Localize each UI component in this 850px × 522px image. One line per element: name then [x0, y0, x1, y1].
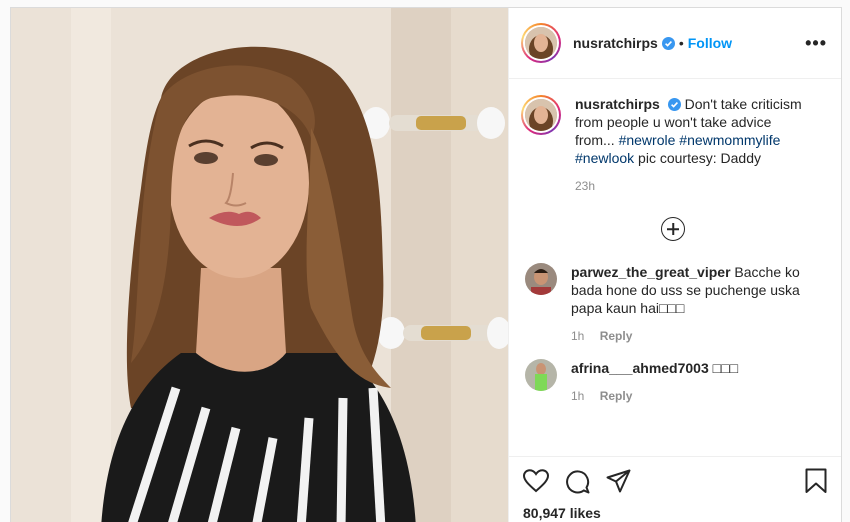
follow-button[interactable]: Follow — [688, 35, 732, 51]
plus-circle-icon[interactable] — [661, 217, 685, 241]
portrait-image — [11, 8, 508, 522]
story-ring[interactable] — [521, 23, 561, 63]
comment-body: □□□ — [712, 360, 739, 376]
caption-username[interactable]: nusratchirps — [575, 96, 660, 112]
comment-item: afrina___ahmed7003 □□□ 1h Reply — [521, 359, 825, 403]
post-header: nusratchirps • Follow ••• — [509, 8, 841, 79]
caption-time[interactable]: 23h — [575, 179, 595, 193]
hashtag-link[interactable]: #newlook — [575, 150, 634, 166]
more-options-button[interactable]: ••• — [805, 34, 827, 52]
comment-username[interactable]: afrina___ahmed7003 — [571, 360, 709, 376]
comment-text: parwez_the_great_viper Bacche ko bada ho… — [571, 263, 803, 317]
reply-button[interactable]: Reply — [600, 389, 633, 403]
post-photo[interactable] — [11, 8, 508, 522]
share-icon[interactable] — [606, 469, 631, 494]
reply-button[interactable]: Reply — [600, 329, 633, 343]
comment-meta: 1h Reply — [571, 329, 803, 343]
action-bar: 80,947 likes — [509, 456, 841, 522]
header-username[interactable]: nusratchirps — [573, 35, 658, 51]
comment-meta: 1h Reply — [571, 389, 803, 403]
comments-list: nusratchirps Don't take criticism from p… — [509, 79, 841, 456]
bookmark-icon[interactable] — [805, 468, 827, 494]
heart-icon[interactable] — [523, 469, 549, 493]
likes-count[interactable]: 80,947 likes — [523, 505, 827, 521]
action-icons — [523, 465, 827, 497]
comment-time[interactable]: 1h — [571, 329, 584, 343]
verified-icon — [661, 36, 675, 50]
post-card: nusratchirps • Follow ••• nusratchirps D… — [10, 7, 842, 522]
load-more-comments — [521, 217, 825, 243]
caption-avatar — [525, 99, 557, 131]
caption-meta: 23h — [575, 179, 805, 193]
comment-avatar[interactable] — [525, 359, 557, 391]
comment-username[interactable]: parwez_the_great_viper — [571, 264, 731, 280]
hashtag-link[interactable]: #newrole — [619, 132, 676, 148]
caption-text: nusratchirps Don't take criticism from p… — [575, 95, 805, 167]
verified-icon — [667, 98, 681, 111]
comment-text: afrina___ahmed7003 □□□ — [571, 359, 803, 377]
comment-item: parwez_the_great_viper Bacche ko bada ho… — [521, 263, 825, 343]
comment-avatar[interactable] — [525, 263, 557, 295]
comment-icon[interactable] — [565, 469, 590, 494]
post-sidebar: nusratchirps • Follow ••• nusratchirps D… — [508, 8, 841, 522]
caption-body-end: pic courtesy: Daddy — [634, 150, 761, 166]
hashtag-link[interactable]: #newmommylife — [679, 132, 780, 148]
comment-time[interactable]: 1h — [571, 389, 584, 403]
separator-dot: • — [678, 35, 684, 51]
avatar — [525, 27, 557, 59]
caption-row: nusratchirps Don't take criticism from p… — [521, 95, 825, 193]
caption-story-ring[interactable] — [521, 95, 561, 135]
